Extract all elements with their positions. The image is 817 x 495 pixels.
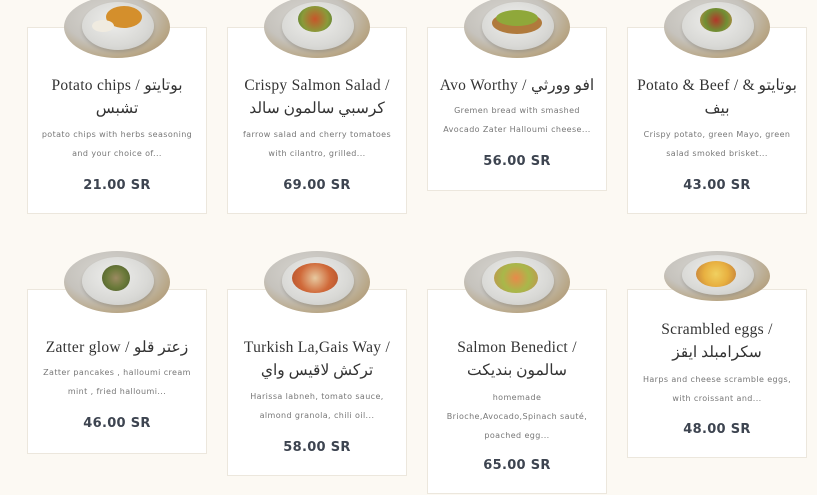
item-title: Potato & Beef / بوتايتو & بيف	[637, 77, 797, 117]
item-price: 48.00 SR	[683, 422, 751, 437]
item-price: 65.00 SR	[483, 458, 551, 473]
item-title: Salmon Benedict / سالمون بنديكت	[457, 339, 577, 379]
item-description: Crispy potato, green Mayo, green salad s…	[643, 130, 791, 158]
item-title: Zatter glow / زعتر قلو	[45, 339, 189, 356]
menu-item-card[interactable]: Turkish La,Gais Way / تركش لاقيس واي Har…	[227, 289, 407, 476]
item-description: Gremen bread with smashed Avocado Zater …	[443, 106, 591, 134]
menu-item-card[interactable]: Scrambled eggs / سكرامبلد ايقز Harps and…	[627, 289, 807, 458]
item-description: potato chips with herbs seasoning and yo…	[41, 130, 193, 158]
item-description: Harps and cheese scramble eggs, with cro…	[642, 375, 792, 403]
item-price: 21.00 SR	[83, 178, 151, 193]
menu-item-card[interactable]: Salmon Benedict / سالمون بنديكت homemade…	[427, 289, 607, 494]
scrambled-eggs-photo[interactable]	[664, 251, 770, 301]
item-description: Zatter pancakes , halloumi cream mint , …	[43, 368, 191, 396]
item-price: 46.00 SR	[83, 416, 151, 431]
item-description: Harissa labneh, tomato sauce, almond gra…	[250, 392, 384, 420]
item-description: farrow salad and cherry tomatoes with ci…	[242, 130, 392, 158]
salmon-benedict-photo[interactable]	[464, 251, 570, 313]
item-price: 56.00 SR	[483, 154, 551, 169]
item-title: Crispy Salmon Salad / كرسبي سالمون سالد	[244, 77, 390, 117]
item-price: 69.00 SR	[283, 178, 351, 193]
item-price: 43.00 SR	[683, 178, 751, 193]
item-description: homemade Brioche,Avocado,Spinach sauté, …	[446, 393, 588, 440]
item-title: Potato chips / بوتايتو تشبس	[51, 77, 183, 117]
item-title: Turkish La,Gais Way / تركش لاقيس واي	[243, 339, 391, 379]
menu-item-card[interactable]: Zatter glow / زعتر قلو Zatter pancakes ,…	[27, 289, 207, 454]
item-title: Scrambled eggs / سكرامبلد ايقز	[661, 321, 773, 361]
turkish-eggs-photo[interactable]	[264, 251, 370, 313]
zatter-glow-photo[interactable]	[64, 251, 170, 313]
item-title: Avo Worthy / افو وورثي	[439, 77, 595, 94]
item-price: 58.00 SR	[283, 440, 351, 455]
